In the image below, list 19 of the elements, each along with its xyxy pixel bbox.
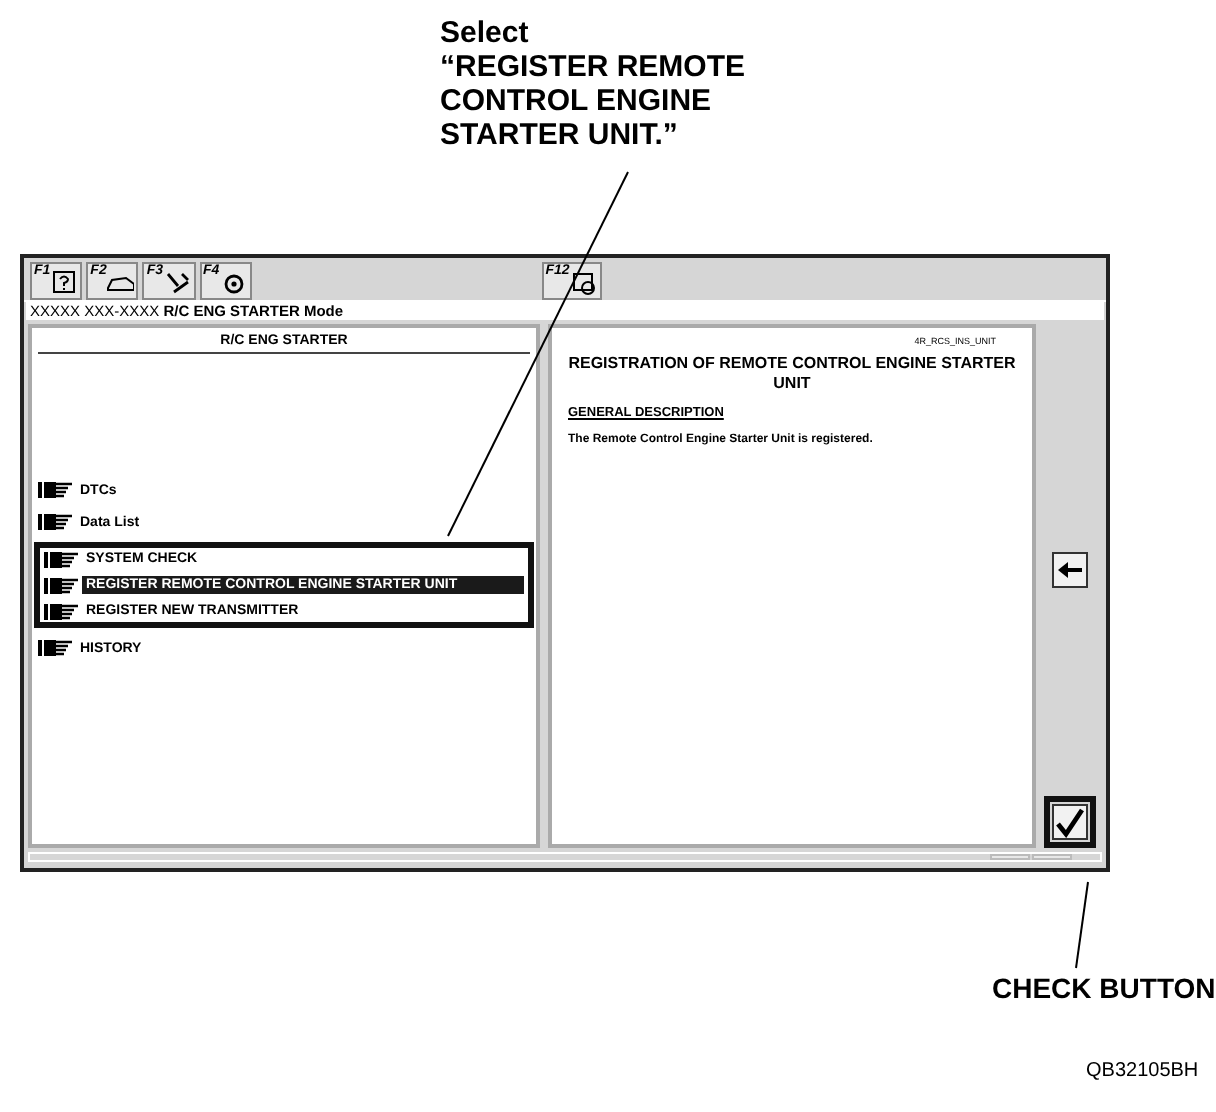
hand-pointer-icon (44, 547, 80, 571)
hand-pointer-icon (38, 510, 74, 534)
printer-icon (569, 270, 598, 296)
checkmark-icon (1054, 806, 1086, 838)
hand-pointer-icon (44, 599, 80, 623)
left-arrow-icon (1056, 560, 1084, 580)
instruction-text: Select “REGISTER REMOTE CONTROL ENGINE STARTER UNIT.” (440, 16, 746, 152)
tool-icon (163, 270, 192, 296)
figure-id: QB32105BH (1086, 1060, 1199, 1082)
hand-pointer-icon (38, 636, 74, 660)
document-heading: REGISTRATION OF REMOTE CONTROL ENGINE STARTER UNIT (568, 354, 1016, 394)
callout-label: CHECK BUTTON (992, 972, 1216, 1004)
hand-pointer-icon (44, 573, 80, 597)
back-button[interactable] (1052, 552, 1088, 588)
hand-pointer-icon (38, 478, 74, 502)
gear-icon (219, 270, 248, 296)
check-button[interactable] (1052, 804, 1088, 840)
leader-line (1075, 881, 1089, 969)
help-icon (50, 270, 79, 296)
